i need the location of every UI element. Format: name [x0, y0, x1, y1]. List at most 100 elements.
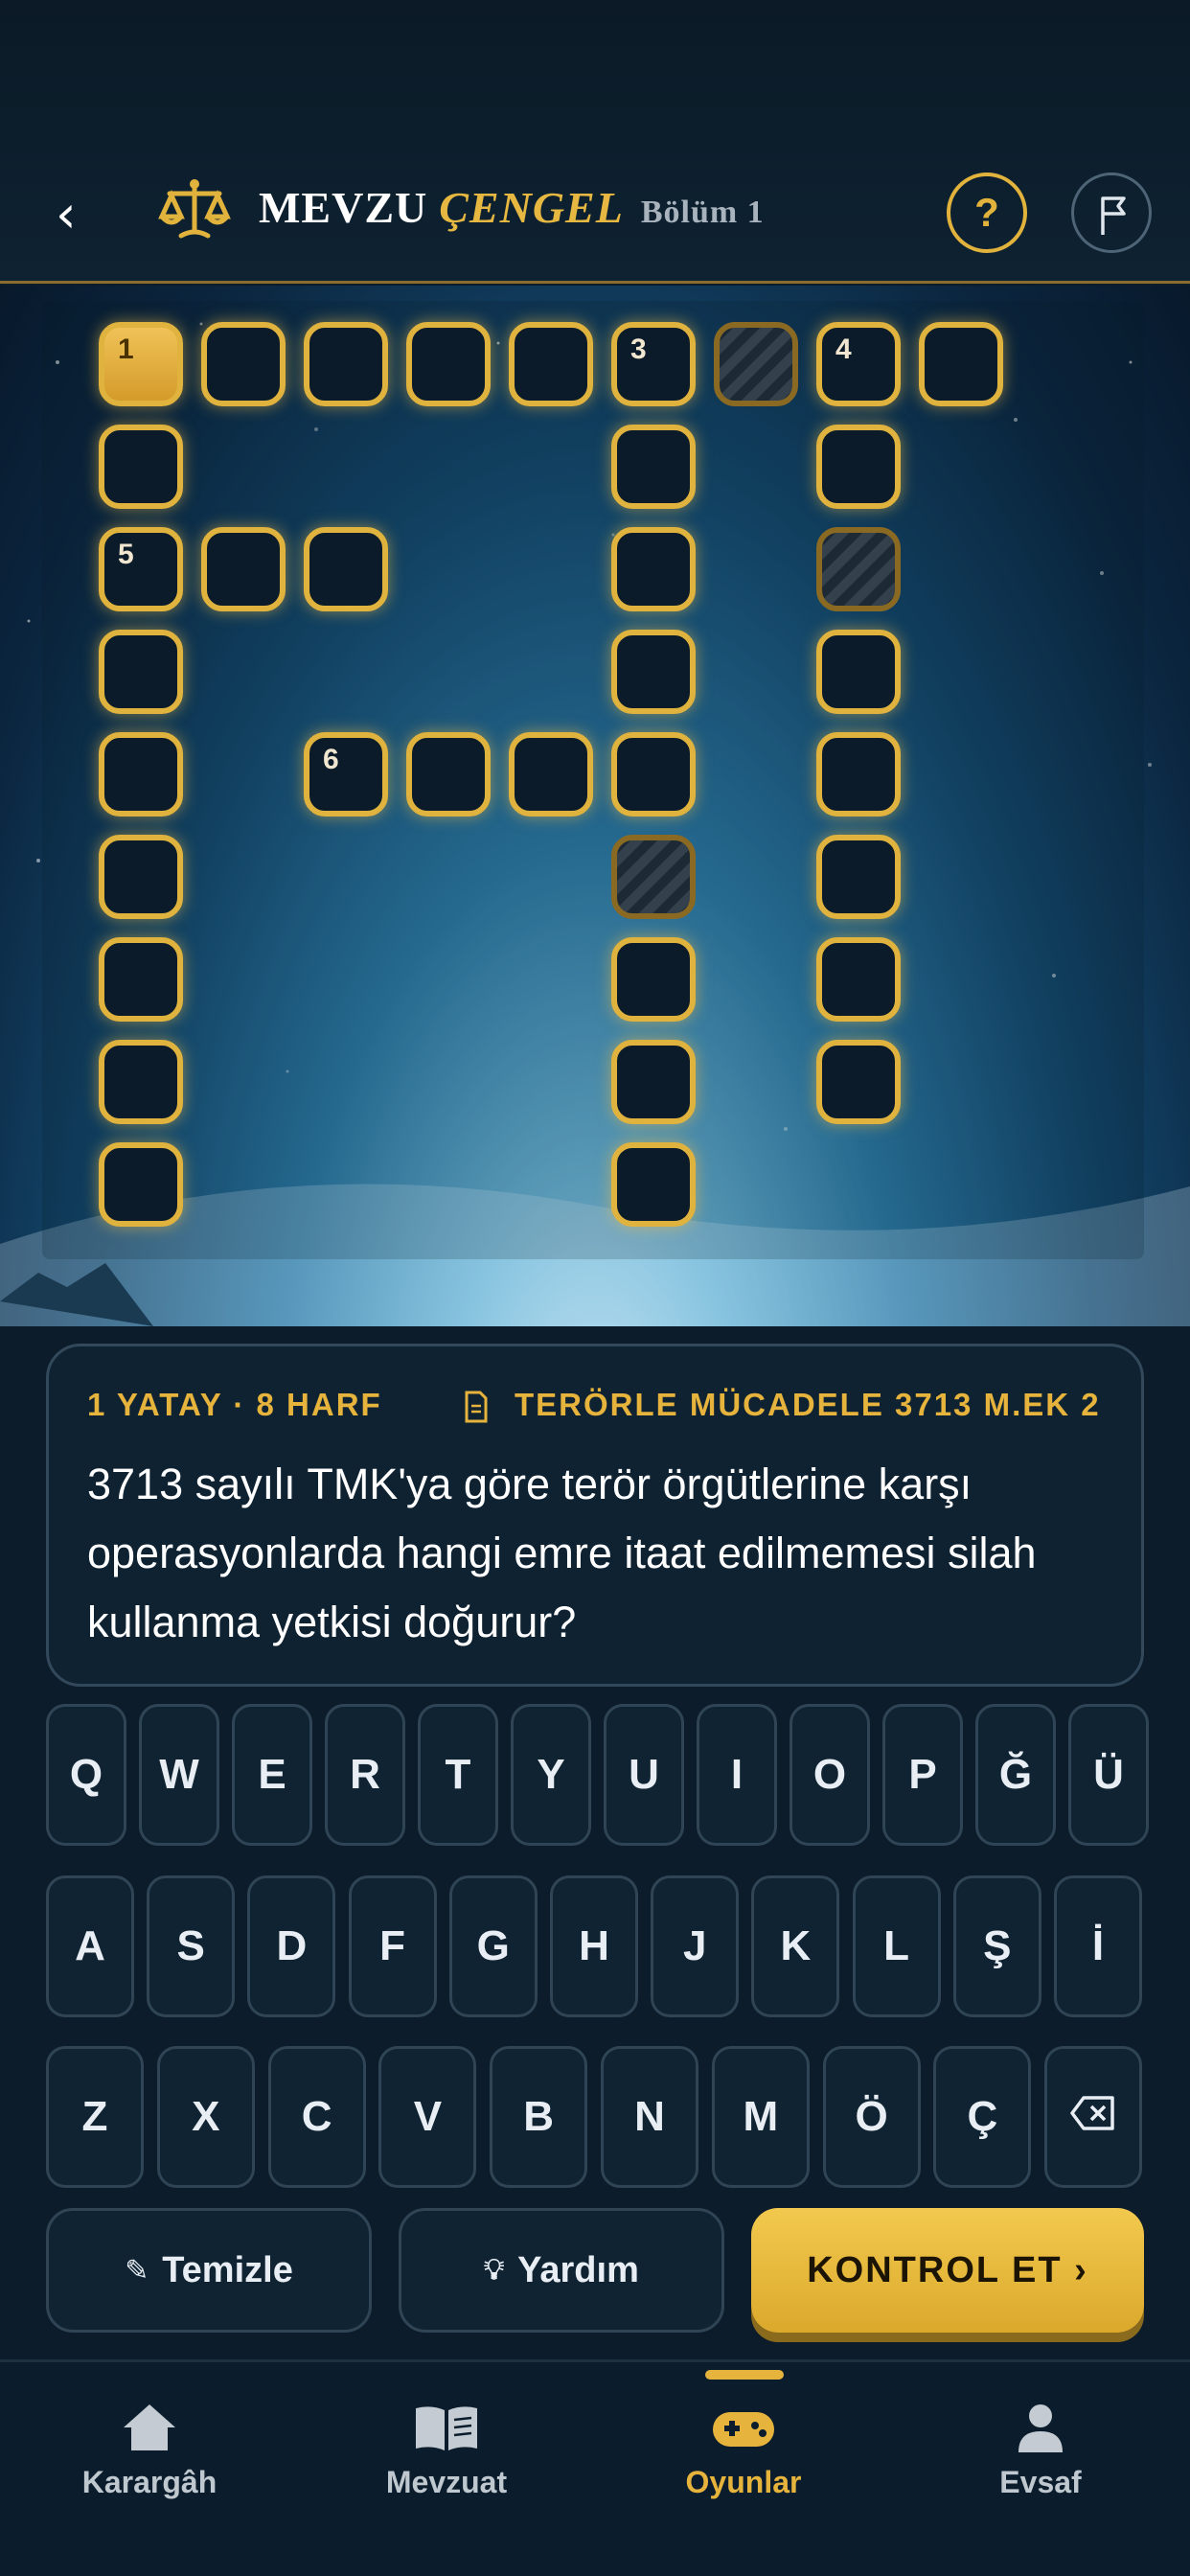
- cell-number: 6: [323, 744, 339, 775]
- crossword-cell[interactable]: [611, 425, 696, 509]
- flag-icon: [1101, 196, 1126, 235]
- cell-number: 5: [118, 539, 134, 570]
- app-title-main: MEVZU: [259, 183, 428, 232]
- crossword-cell[interactable]: [201, 322, 286, 406]
- key-r[interactable]: R: [325, 1704, 405, 1846]
- key-c[interactable]: C: [267, 2046, 366, 2188]
- app-title: MEVZU ÇENGEL Bölüm 1: [259, 182, 765, 233]
- key-ğ[interactable]: Ğ: [975, 1704, 1056, 1846]
- crossword-cell[interactable]: [99, 1142, 183, 1227]
- nav-item-oyunlar[interactable]: Oyunlar: [648, 2401, 839, 2500]
- crossword-cell[interactable]: [816, 1040, 901, 1124]
- clue-card: 1 YATAY · 8 HARF TERÖRLE MÜCADELE 3713 M…: [46, 1344, 1144, 1687]
- back-icon[interactable]: ‹: [56, 188, 94, 242]
- crossword-cell[interactable]: [99, 425, 183, 509]
- crossword-cell[interactable]: [509, 322, 593, 406]
- cell-number: 3: [630, 334, 647, 365]
- crossword-cell[interactable]: [304, 527, 388, 611]
- crossword-cell[interactable]: [611, 937, 696, 1022]
- key-u[interactable]: U: [604, 1704, 684, 1846]
- clear-label: Temizle: [162, 2249, 293, 2290]
- key-v[interactable]: V: [378, 2046, 477, 2188]
- crossword-cell[interactable]: 1: [99, 322, 183, 406]
- blocked-cell: [611, 835, 696, 919]
- crossword-cell[interactable]: 4: [816, 322, 901, 406]
- crossword-cell[interactable]: [611, 630, 696, 714]
- key-d[interactable]: D: [247, 1875, 336, 2017]
- hint-button[interactable]: 💡︎ Yardım: [399, 2208, 724, 2333]
- crossword-cell[interactable]: [611, 527, 696, 611]
- crossword-cell[interactable]: [919, 322, 1003, 406]
- crossword-cell[interactable]: [816, 732, 901, 816]
- crossword-cell[interactable]: [816, 630, 901, 714]
- cell-number: 1: [118, 334, 134, 365]
- nav-item-evsaf[interactable]: Evsaf: [945, 2401, 1136, 2500]
- key-e[interactable]: E: [232, 1704, 312, 1846]
- nav-item-karargah[interactable]: Karargâh: [54, 2401, 245, 2500]
- crossword-cell[interactable]: [99, 835, 183, 919]
- crossword-cell[interactable]: [99, 937, 183, 1022]
- key-a[interactable]: A: [46, 1875, 134, 2017]
- document-icon: [465, 1391, 488, 1423]
- key-j[interactable]: J: [651, 1875, 740, 2017]
- crossword-cell[interactable]: [99, 732, 183, 816]
- crossword-cell[interactable]: [99, 1040, 183, 1124]
- key-i[interactable]: I: [697, 1704, 777, 1846]
- nav-item-mevzuat[interactable]: Mevzuat: [351, 2401, 542, 2500]
- key-ş[interactable]: Ş: [952, 1875, 1041, 2017]
- crossword-cell[interactable]: [406, 732, 491, 816]
- backspace-key[interactable]: [1044, 2046, 1143, 2188]
- key-i̇[interactable]: İ: [1054, 1875, 1142, 2017]
- key-w[interactable]: W: [139, 1704, 219, 1846]
- key-o[interactable]: O: [790, 1704, 870, 1846]
- blocked-cell: [714, 322, 798, 406]
- app-title-accent: ÇENGEL: [439, 183, 624, 232]
- nav-label: Oyunlar: [685, 2465, 802, 2499]
- crossword-cell[interactable]: 3: [611, 322, 696, 406]
- key-ç[interactable]: Ç: [933, 2046, 1032, 2188]
- check-button[interactable]: KONTROL ET ›: [751, 2208, 1144, 2333]
- key-ö[interactable]: Ö: [822, 2046, 921, 2188]
- crossword-cell[interactable]: [99, 630, 183, 714]
- key-m[interactable]: M: [711, 2046, 810, 2188]
- crossword-cell[interactable]: [611, 1040, 696, 1124]
- crossword-cell[interactable]: [816, 937, 901, 1022]
- book-icon: [416, 2406, 477, 2450]
- key-n[interactable]: N: [601, 2046, 698, 2188]
- crossword-cell[interactable]: 6: [304, 732, 388, 816]
- key-q[interactable]: Q: [46, 1704, 126, 1846]
- crossword-cell[interactable]: [816, 425, 901, 509]
- board-frame: [42, 301, 1144, 1259]
- key-b[interactable]: B: [490, 2046, 588, 2188]
- key-t[interactable]: T: [418, 1704, 498, 1846]
- crossword-cell[interactable]: [201, 527, 286, 611]
- bottom-nav: Karargâh Mevzuat Oyunlar Evsaf: [0, 2359, 1190, 2576]
- help-button[interactable]: ?: [947, 172, 1027, 253]
- backspace-icon: [1070, 2096, 1114, 2130]
- key-x[interactable]: X: [156, 2046, 255, 2188]
- crossword-cell[interactable]: [406, 322, 491, 406]
- crossword-cell[interactable]: [509, 732, 593, 816]
- crossword-cell[interactable]: [816, 835, 901, 919]
- user-icon: [1018, 2404, 1063, 2452]
- key-g[interactable]: G: [448, 1875, 538, 2017]
- key-h[interactable]: H: [550, 1875, 638, 2017]
- blocked-cell: [816, 527, 901, 611]
- hint-label: Yardım: [517, 2249, 639, 2290]
- crossword-cell[interactable]: [611, 1142, 696, 1227]
- clear-button[interactable]: ✎ Temizle: [46, 2208, 372, 2333]
- key-p[interactable]: P: [882, 1704, 963, 1846]
- crossword-cell[interactable]: 5: [99, 527, 183, 611]
- cell-number: 4: [835, 334, 852, 365]
- key-s[interactable]: S: [147, 1875, 236, 2017]
- key-f[interactable]: F: [348, 1875, 437, 2017]
- crossword-cell[interactable]: [304, 322, 388, 406]
- report-flag-button[interactable]: [1071, 172, 1152, 253]
- key-k[interactable]: K: [751, 1875, 840, 2017]
- gamepad-icon: [713, 2412, 774, 2447]
- key-y[interactable]: Y: [511, 1704, 591, 1846]
- key-l[interactable]: L: [852, 1875, 941, 2017]
- crossword-cell[interactable]: [611, 732, 696, 816]
- key-ü[interactable]: Ü: [1068, 1704, 1149, 1846]
- key-z[interactable]: Z: [46, 2046, 144, 2188]
